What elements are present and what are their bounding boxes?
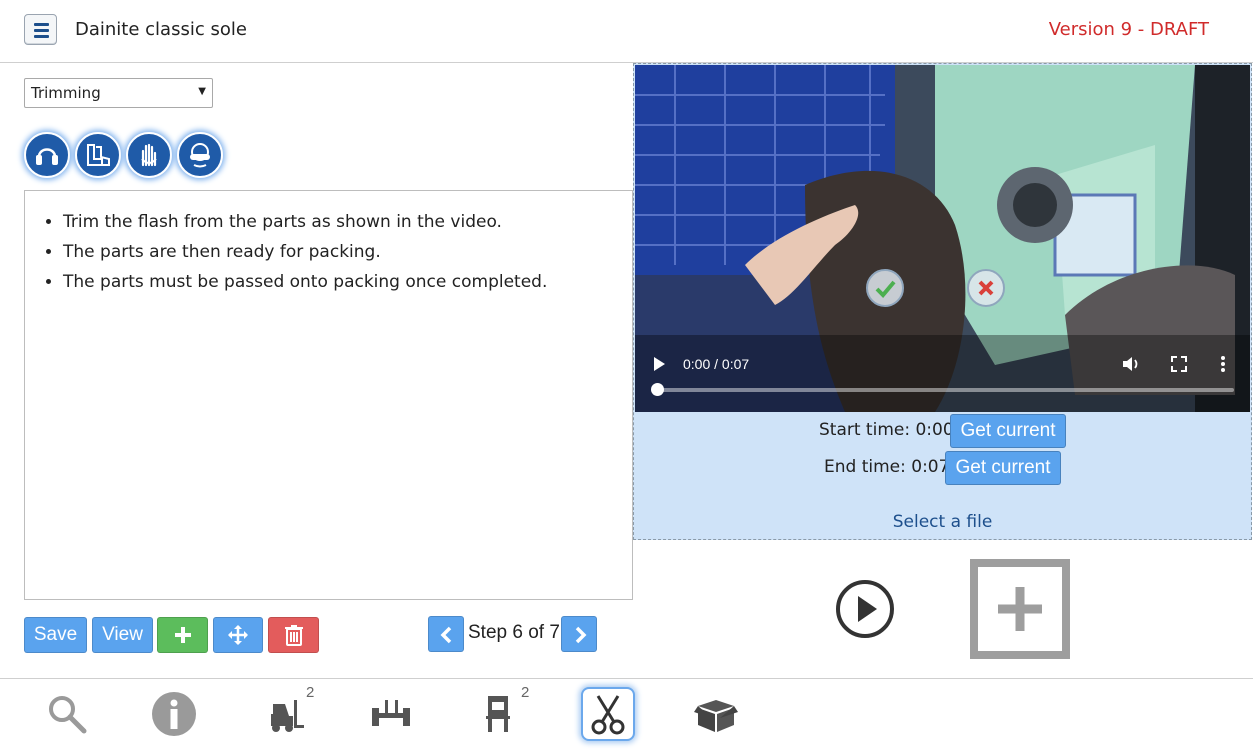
search-tool-button[interactable]: [40, 687, 94, 741]
trimming-tool-button[interactable]: [581, 687, 635, 741]
info-tool-button[interactable]: [147, 687, 201, 741]
video-progress-track[interactable]: [657, 388, 1234, 392]
delete-step-button[interactable]: [268, 617, 319, 653]
forklift-icon: [271, 700, 304, 732]
version-label: Version 9 - DRAFT: [1048, 19, 1209, 40]
ear-protection-icon[interactable]: [24, 132, 70, 178]
previous-step-button[interactable]: [428, 616, 464, 652]
reject-mark-button[interactable]: [967, 269, 1005, 307]
end-time-label: End time: 0:07: [824, 457, 950, 477]
start-time-label: Start time: 0:00: [819, 420, 954, 440]
move-step-button[interactable]: [213, 617, 263, 653]
checkmark-icon: [875, 280, 896, 298]
search-icon: [49, 696, 87, 734]
menu-line: [34, 29, 49, 32]
instruction-list: Trim the flash from the parts as shown i…: [63, 207, 614, 297]
step-indicator: Step 6 of 7: [468, 622, 560, 643]
hamburger-menu-button[interactable]: [24, 14, 57, 45]
chevron-right-icon: [575, 626, 587, 644]
press-count-badge: 2: [521, 684, 530, 701]
safety-boots-icon[interactable]: [75, 132, 121, 178]
header-bar: Dainite classic sole Version 9 - DRAFT: [0, 0, 1253, 63]
bottom-toolbar: 2 2: [0, 678, 1253, 753]
safety-glasses-icon[interactable]: [177, 132, 223, 178]
plus-icon: [174, 627, 191, 643]
volume-icon[interactable]: [1121, 355, 1141, 373]
select-file-link[interactable]: Select a file: [634, 512, 1251, 532]
press-machine-tool-button[interactable]: [471, 687, 525, 741]
play-preview-button[interactable]: [835, 579, 895, 639]
press-machine-icon: [486, 696, 510, 732]
plus-icon: [998, 587, 1042, 631]
instruction-item: The parts are then ready for packing.: [63, 237, 614, 267]
forklift-count-badge: 2: [306, 684, 315, 701]
forklift-tool-button[interactable]: [258, 687, 312, 741]
instruction-item: Trim the flash from the parts as shown i…: [63, 207, 614, 237]
step-type-value: Trimming: [31, 84, 101, 102]
play-icon[interactable]: [651, 356, 667, 372]
document-title: Dainite classic sole: [75, 19, 247, 40]
more-options-icon[interactable]: [1219, 355, 1227, 373]
box-icon: [694, 700, 738, 732]
get-current-start-button[interactable]: Get current: [950, 414, 1066, 448]
video-player[interactable]: 0:00 / 0:07: [635, 65, 1250, 412]
gloves-icon[interactable]: [126, 132, 172, 178]
accept-mark-button[interactable]: [866, 269, 904, 307]
next-step-button[interactable]: [561, 616, 597, 652]
add-media-button[interactable]: [970, 559, 1070, 659]
move-arrows-icon: [228, 625, 248, 645]
save-button[interactable]: Save: [24, 617, 87, 653]
add-step-button[interactable]: [157, 617, 208, 653]
conveyor-tool-button[interactable]: [364, 687, 418, 741]
instructions-editor[interactable]: Trim the flash from the parts as shown i…: [24, 190, 633, 600]
info-icon: [152, 692, 196, 736]
media-drop-zone[interactable]: 0:00 / 0:07 Start time: 0:00 Get current…: [633, 63, 1252, 540]
menu-line: [34, 23, 49, 26]
step-type-select[interactable]: Trimming ▼: [24, 78, 213, 108]
menu-line: [34, 35, 49, 38]
scissors-icon: [591, 695, 625, 735]
fullscreen-icon[interactable]: [1171, 356, 1187, 372]
packing-tool-button[interactable]: [689, 687, 743, 741]
video-progress-handle[interactable]: [651, 383, 664, 396]
chevron-left-icon: [440, 626, 452, 644]
conveyor-icon: [372, 700, 410, 726]
dropdown-caret-icon: ▼: [198, 86, 206, 97]
trash-icon: [284, 625, 303, 646]
play-circle-icon: [836, 580, 894, 638]
instruction-item: The parts must be passed onto packing on…: [63, 267, 614, 297]
get-current-end-button[interactable]: Get current: [945, 451, 1061, 485]
view-button[interactable]: View: [92, 617, 153, 653]
video-time-readout: 0:00 / 0:07: [683, 356, 750, 372]
close-icon: [978, 280, 994, 296]
